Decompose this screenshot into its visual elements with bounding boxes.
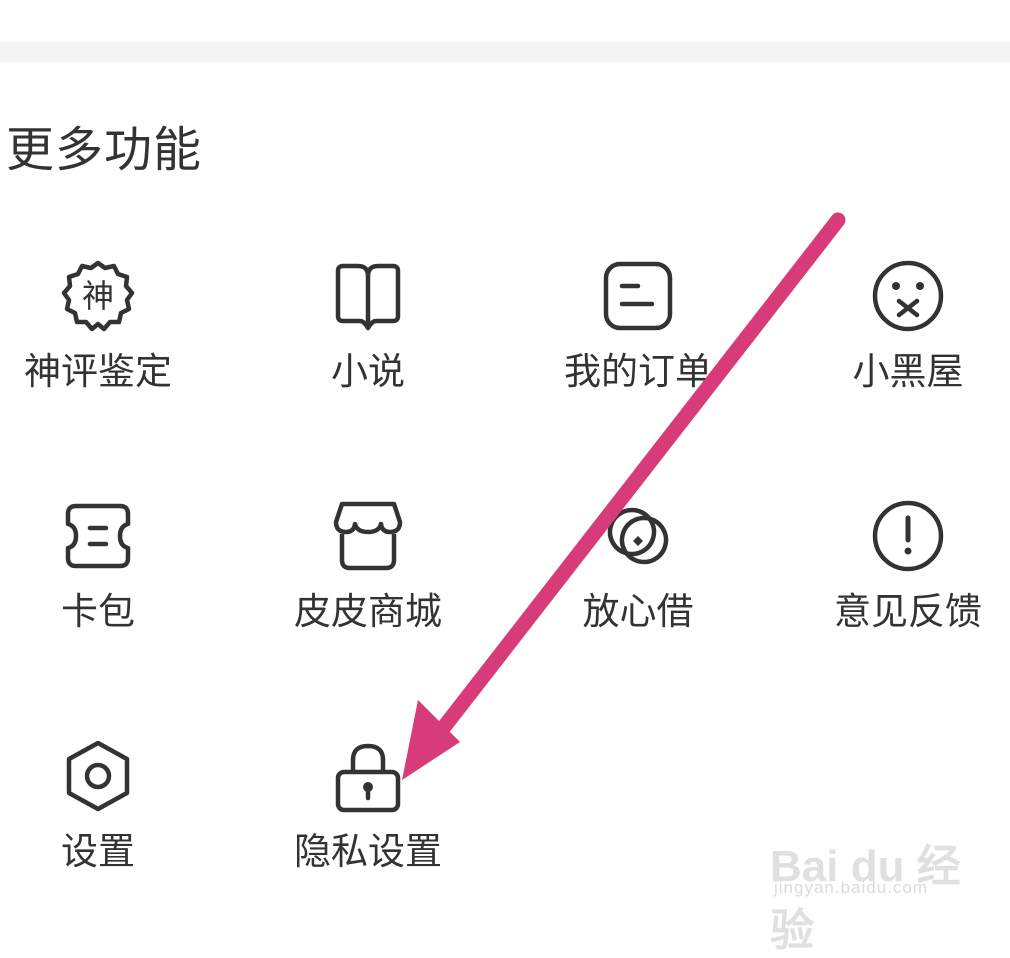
menu-item-novel[interactable]: 小说	[243, 256, 493, 476]
menu-item-label: 设置	[61, 830, 135, 873]
menu-item-shenping[interactable]: 神 神评鉴定	[0, 256, 223, 476]
shen-badge-icon: 神	[58, 256, 138, 336]
lock-icon	[328, 736, 408, 816]
order-icon	[598, 256, 678, 336]
menu-item-blackroom[interactable]: 小黑屋	[783, 256, 1010, 476]
watermark-url: jingyan.baidu.com	[774, 878, 929, 897]
book-icon	[328, 256, 408, 336]
menu-item-feedback[interactable]: 意见反馈	[783, 496, 1010, 716]
menu-item-label: 神评鉴定	[24, 350, 172, 393]
menu-item-orders[interactable]: 我的订单	[513, 256, 763, 476]
exclamation-icon	[868, 496, 948, 576]
muted-face-icon	[868, 256, 948, 336]
menu-item-privacy[interactable]: 隐私设置	[243, 736, 493, 956]
menu-item-label: 小黑屋	[852, 350, 964, 393]
menu-item-label: 我的订单	[564, 350, 712, 393]
section-title: 更多功能	[6, 122, 203, 178]
menu-item-cardpack[interactable]: 卡包	[0, 496, 223, 716]
menu-item-label: 隐私设置	[294, 830, 442, 873]
menu-item-shop[interactable]: 皮皮商城	[243, 496, 493, 716]
coin-icon	[598, 496, 678, 576]
menu-item-label: 卡包	[61, 590, 135, 633]
gear-icon	[58, 736, 138, 816]
menu-item-label: 小说	[331, 350, 405, 393]
menu-item-label: 皮皮商城	[294, 590, 442, 633]
shop-icon	[328, 496, 408, 576]
menu-item-label: 放心借	[582, 590, 694, 633]
ticket-icon	[58, 496, 138, 576]
watermark: Bai du 经验 jingyan.baidu.com	[770, 812, 1000, 955]
menu-item-label: 意见反馈	[834, 590, 982, 633]
badge-char: 神	[82, 277, 114, 315]
menu-item-loan[interactable]: 放心借	[513, 496, 763, 716]
top-strip	[0, 0, 1010, 62]
section-divider	[0, 42, 1010, 62]
menu-item-settings[interactable]: 设置	[0, 736, 223, 956]
